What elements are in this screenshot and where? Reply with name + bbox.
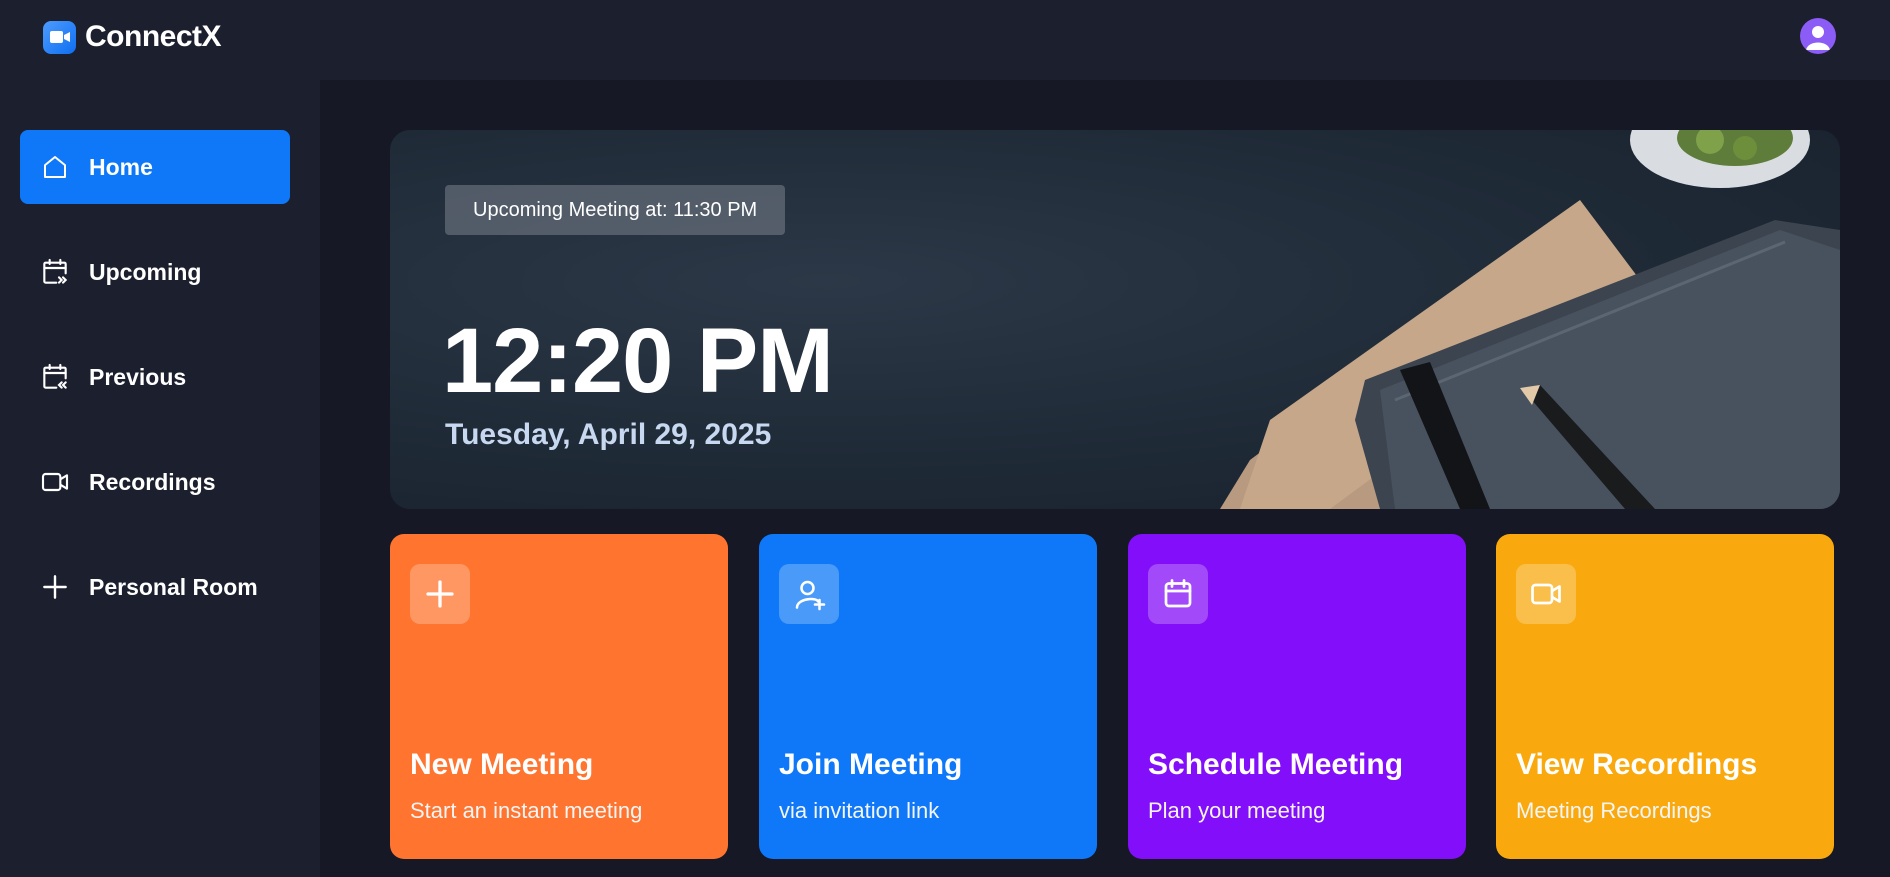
card-subtitle: Start an instant meeting: [410, 798, 643, 823]
top-bar: ConnectX: [0, 0, 1890, 80]
app-logo-icon: [43, 20, 76, 54]
sidebar-item-personal-room[interactable]: Personal Room: [20, 550, 290, 624]
upcoming-meeting-badge: Upcoming Meeting at: 11:30 PM: [445, 185, 786, 235]
card-subtitle: via invitation link: [779, 798, 940, 823]
sidebar-item-home[interactable]: Home: [20, 130, 290, 204]
sidebar-item-label: Recordings: [89, 468, 216, 495]
calendar-upcoming-icon: [38, 255, 72, 289]
sidebar-item-label: Home: [89, 153, 153, 180]
card-subtitle: Meeting Recordings: [1516, 798, 1712, 823]
sidebar: Home Upcoming Previous Recordings Person…: [0, 80, 320, 877]
card-subtitle: Plan your meeting: [1148, 798, 1326, 823]
card-title: Join Meeting: [779, 748, 963, 781]
user-plus-icon: [779, 564, 839, 624]
card-title: View Recordings: [1516, 748, 1758, 781]
brand[interactable]: ConnectX: [43, 20, 222, 54]
calendar-previous-icon: [38, 360, 72, 394]
sidebar-item-recordings[interactable]: Recordings: [20, 445, 290, 519]
sidebar-item-label: Upcoming: [89, 258, 202, 285]
user-avatar[interactable]: [1800, 18, 1836, 54]
app-name: ConnectX: [85, 20, 222, 53]
video-icon: [38, 465, 72, 499]
new-meeting-card[interactable]: New Meeting Start an instant meeting: [390, 534, 728, 859]
sidebar-item-label: Personal Room: [89, 573, 258, 600]
sidebar-item-label: Previous: [89, 363, 187, 390]
plus-icon: [38, 570, 72, 604]
hero-banner: Upcoming Meeting at: 11:30 PM 12:20 PM T…: [390, 130, 1840, 509]
plus-icon: [410, 564, 470, 624]
video-icon: [1516, 564, 1576, 624]
sidebar-item-upcoming[interactable]: Upcoming: [20, 235, 290, 309]
card-title: New Meeting: [410, 748, 594, 781]
join-meeting-card[interactable]: Join Meeting via invitation link: [759, 534, 1097, 859]
sidebar-item-previous[interactable]: Previous: [20, 340, 290, 414]
calendar-icon: [1148, 564, 1208, 624]
view-recordings-card[interactable]: View Recordings Meeting Recordings: [1496, 534, 1834, 859]
current-date: Tuesday, April 29, 2025: [445, 418, 772, 451]
current-time: 12:20 PM: [442, 310, 834, 412]
schedule-meeting-card[interactable]: Schedule Meeting Plan your meeting: [1128, 534, 1466, 859]
card-title: Schedule Meeting: [1148, 748, 1404, 781]
home-icon: [38, 150, 72, 184]
